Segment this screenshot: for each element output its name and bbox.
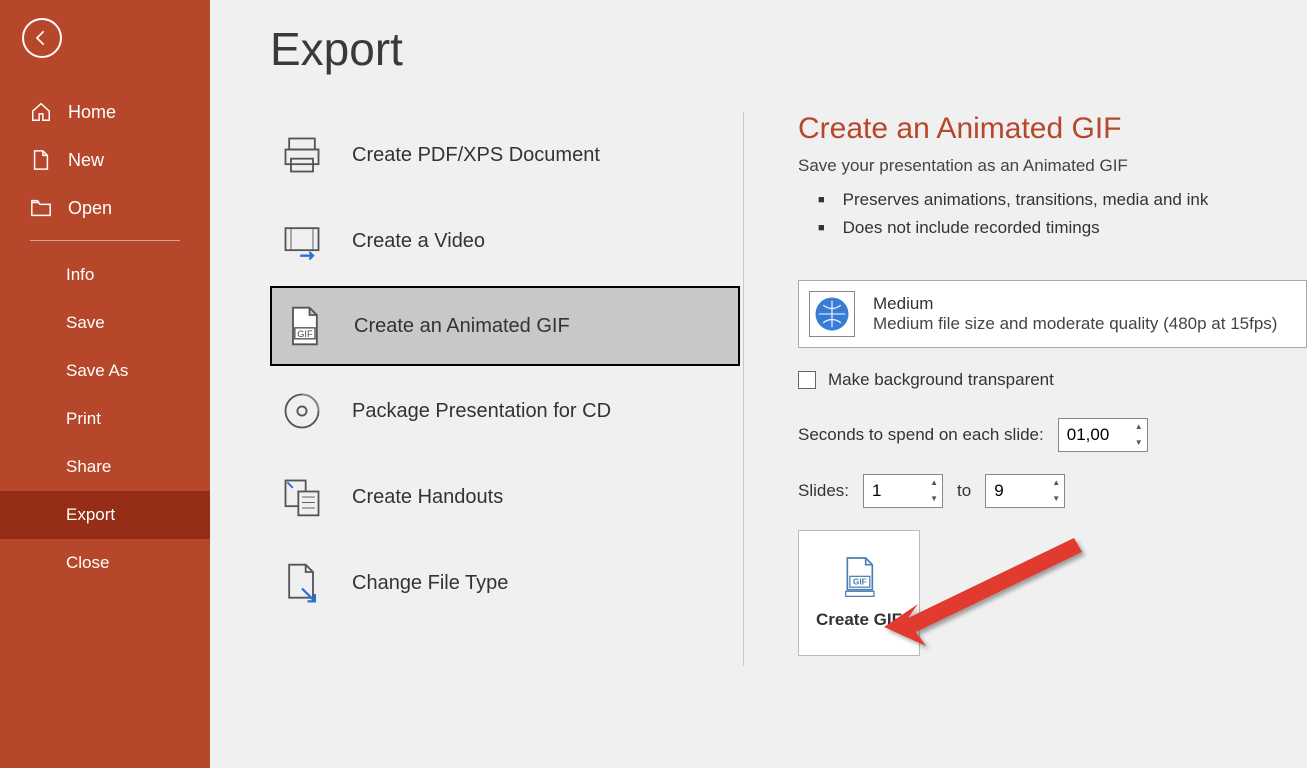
detail-subtitle: Save your presentation as an Animated GI… bbox=[798, 156, 1307, 176]
change-file-type-icon bbox=[280, 561, 324, 605]
sidebar-label: Share bbox=[66, 457, 111, 477]
option-label: Create a Video bbox=[352, 230, 485, 253]
option-label: Create an Animated GIF bbox=[354, 315, 570, 338]
handouts-icon bbox=[280, 475, 324, 519]
bullet-item: Preserves animations, transitions, media… bbox=[818, 186, 1307, 214]
bullet-item: Does not include recorded timings bbox=[818, 214, 1307, 242]
cd-icon bbox=[280, 389, 324, 433]
quality-icon bbox=[809, 291, 855, 337]
sidebar-label: Save As bbox=[66, 361, 128, 381]
export-details-panel: Create an Animated GIF Save your present… bbox=[744, 112, 1307, 666]
slides-to-input[interactable] bbox=[986, 481, 1048, 501]
option-animated-gif[interactable]: GIF Create an Animated GIF bbox=[270, 286, 740, 366]
sidebar-item-close[interactable]: Close bbox=[0, 539, 210, 587]
create-gif-label: Create GIF bbox=[816, 610, 902, 630]
option-video[interactable]: Create a Video bbox=[270, 198, 743, 284]
gif-file-icon: GIF bbox=[839, 556, 879, 600]
detail-title: Create an Animated GIF bbox=[798, 112, 1307, 146]
seconds-label: Seconds to spend on each slide: bbox=[798, 425, 1044, 445]
new-file-icon bbox=[30, 149, 52, 171]
slides-to-label: to bbox=[957, 481, 971, 501]
spinner-down[interactable]: ▼ bbox=[926, 491, 942, 507]
sidebar-label: Close bbox=[66, 553, 109, 573]
sidebar-label: Open bbox=[68, 198, 112, 219]
spinner-up[interactable]: ▲ bbox=[1131, 419, 1147, 435]
home-icon bbox=[30, 101, 52, 123]
option-label: Create Handouts bbox=[352, 486, 503, 509]
printer-icon bbox=[280, 133, 324, 177]
main-content: Export Create PDF/XPS Document Create a … bbox=[210, 0, 1307, 768]
sidebar-item-print[interactable]: Print bbox=[0, 395, 210, 443]
folder-open-icon bbox=[30, 197, 52, 219]
sidebar-item-open[interactable]: Open bbox=[0, 184, 210, 232]
slides-from-input[interactable] bbox=[864, 481, 926, 501]
detail-bullets: Preserves animations, transitions, media… bbox=[798, 186, 1307, 242]
page-title: Export bbox=[270, 22, 1307, 76]
quality-dropdown[interactable]: Medium Medium file size and moderate qua… bbox=[798, 280, 1307, 348]
slides-from-spinner[interactable]: ▲▼ bbox=[863, 474, 943, 508]
spinner-down[interactable]: ▼ bbox=[1048, 491, 1064, 507]
sidebar-item-save[interactable]: Save bbox=[0, 299, 210, 347]
option-package-cd[interactable]: Package Presentation for CD bbox=[270, 368, 743, 454]
spinner-down[interactable]: ▼ bbox=[1131, 435, 1147, 451]
gif-file-icon: GIF bbox=[282, 304, 326, 348]
sidebar-label: Home bbox=[68, 102, 116, 123]
transparent-checkbox[interactable] bbox=[798, 371, 816, 389]
create-gif-button[interactable]: GIF Create GIF bbox=[798, 530, 920, 656]
sidebar-label: Info bbox=[66, 265, 94, 285]
export-options-list: Create PDF/XPS Document Create a Video G… bbox=[270, 112, 744, 666]
option-change-file-type[interactable]: Change File Type bbox=[270, 540, 743, 626]
option-pdf-xps[interactable]: Create PDF/XPS Document bbox=[270, 112, 743, 198]
slides-to-spinner[interactable]: ▲▼ bbox=[985, 474, 1065, 508]
arrow-left-icon bbox=[32, 28, 52, 48]
option-label: Change File Type bbox=[352, 572, 508, 595]
sidebar-item-export[interactable]: Export bbox=[0, 491, 210, 539]
sidebar-label: Print bbox=[66, 409, 101, 429]
sidebar-label: Save bbox=[66, 313, 105, 333]
option-label: Create PDF/XPS Document bbox=[352, 144, 600, 167]
seconds-spinner[interactable]: ▲▼ bbox=[1058, 418, 1148, 452]
back-button[interactable] bbox=[22, 18, 62, 58]
slides-label: Slides: bbox=[798, 481, 849, 501]
sidebar-item-info[interactable]: Info bbox=[0, 251, 210, 299]
sidebar-item-new[interactable]: New bbox=[0, 136, 210, 184]
seconds-input[interactable] bbox=[1059, 425, 1131, 445]
option-handouts[interactable]: Create Handouts bbox=[270, 454, 743, 540]
sidebar-item-save-as[interactable]: Save As bbox=[0, 347, 210, 395]
sidebar-divider bbox=[30, 240, 180, 241]
svg-text:GIF: GIF bbox=[297, 329, 313, 339]
video-icon bbox=[280, 219, 324, 263]
sidebar-item-home[interactable]: Home bbox=[0, 88, 210, 136]
transparent-label: Make background transparent bbox=[828, 370, 1054, 390]
sidebar-item-share[interactable]: Share bbox=[0, 443, 210, 491]
option-label: Package Presentation for CD bbox=[352, 400, 611, 423]
backstage-sidebar: Home New Open Info Save Save As Print Sh… bbox=[0, 0, 210, 768]
quality-name: Medium bbox=[873, 294, 1277, 314]
sidebar-label: New bbox=[68, 150, 104, 171]
spinner-up[interactable]: ▲ bbox=[926, 475, 942, 491]
svg-text:GIF: GIF bbox=[853, 577, 867, 587]
quality-desc: Medium file size and moderate quality (4… bbox=[873, 314, 1277, 334]
spinner-up[interactable]: ▲ bbox=[1048, 475, 1064, 491]
sidebar-label: Export bbox=[66, 505, 115, 525]
